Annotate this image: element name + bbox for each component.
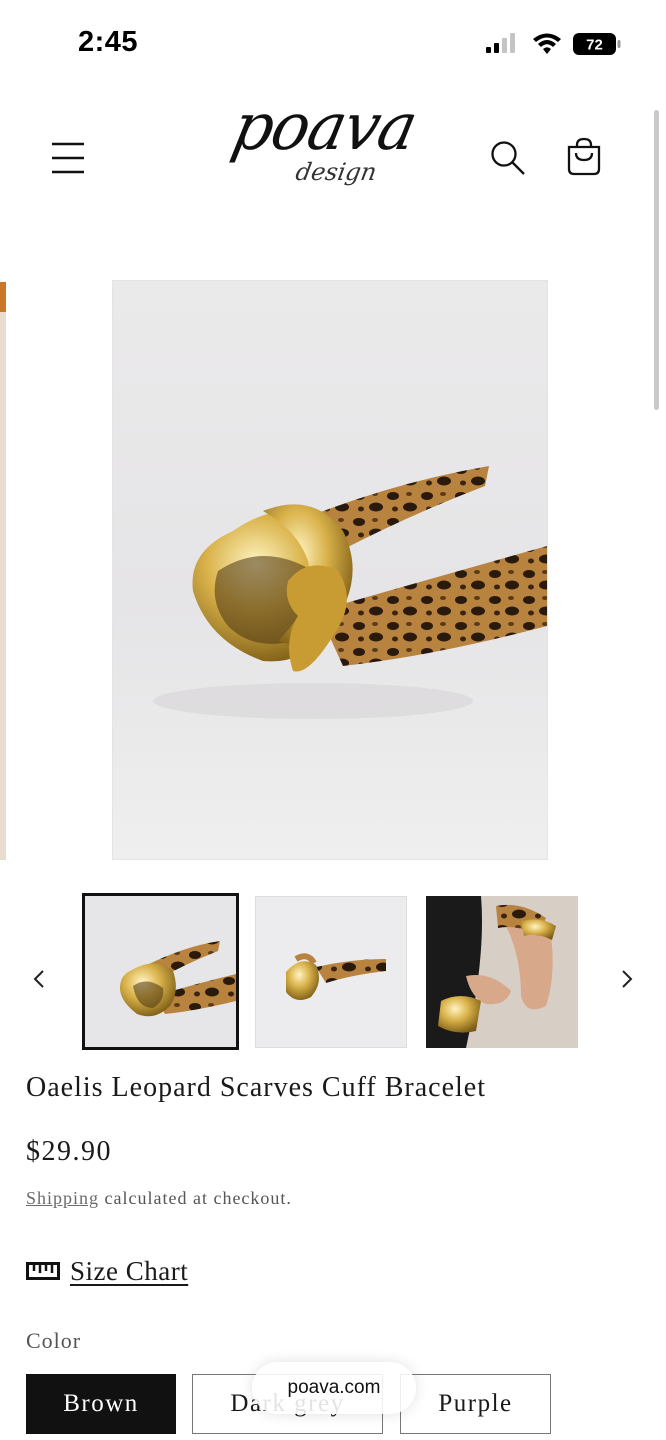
gallery-thumbnail-3[interactable] [426,896,578,1048]
cellular-signal-icon [486,33,515,53]
wifi-icon [533,33,561,54]
size-chart-link[interactable]: Size Chart [26,1254,188,1288]
site-logo[interactable]: poava design [225,88,444,214]
battery-icon: 72 [573,33,621,55]
product-title: Oaelis Leopard Scarves Cuff Bracelet [26,1072,486,1103]
scrollbar-thumb[interactable] [654,110,659,410]
battery-level: 72 [586,37,603,54]
gallery-thumbnail-2[interactable] [255,896,407,1048]
main-product-image[interactable] [112,280,548,860]
thumbnail-photo [426,896,578,1048]
logo-wordmark: poava [225,88,424,165]
previous-image-peek[interactable] [0,282,6,860]
ruler-icon [26,1262,60,1280]
product-price: $29.90 [26,1136,112,1167]
size-chart-label: Size Chart [70,1255,189,1286]
cart-icon[interactable] [563,136,605,178]
color-option-label: Color [26,1328,82,1353]
chevron-right-icon[interactable] [612,962,642,996]
menu-icon[interactable] [50,140,86,176]
logo-subtitle: design [293,158,379,186]
shipping-note: Shipping calculated at checkout. [26,1188,292,1209]
browser-url-bar[interactable]: poava.com [252,1362,416,1414]
chevron-left-icon[interactable] [24,962,54,996]
color-option-brown[interactable]: Brown [26,1374,176,1434]
status-time: 2:45 [78,26,139,58]
bracelet-photo [153,466,547,719]
shipping-link[interactable]: Shipping [26,1188,99,1208]
thumbnail-photo [286,953,386,1001]
search-icon[interactable] [488,138,528,178]
thumbnail-photo [85,896,236,1047]
color-option-purple[interactable]: Purple [400,1374,551,1434]
shipping-note-text: calculated at checkout. [99,1188,292,1208]
gallery-thumbnail-1[interactable] [82,893,239,1050]
